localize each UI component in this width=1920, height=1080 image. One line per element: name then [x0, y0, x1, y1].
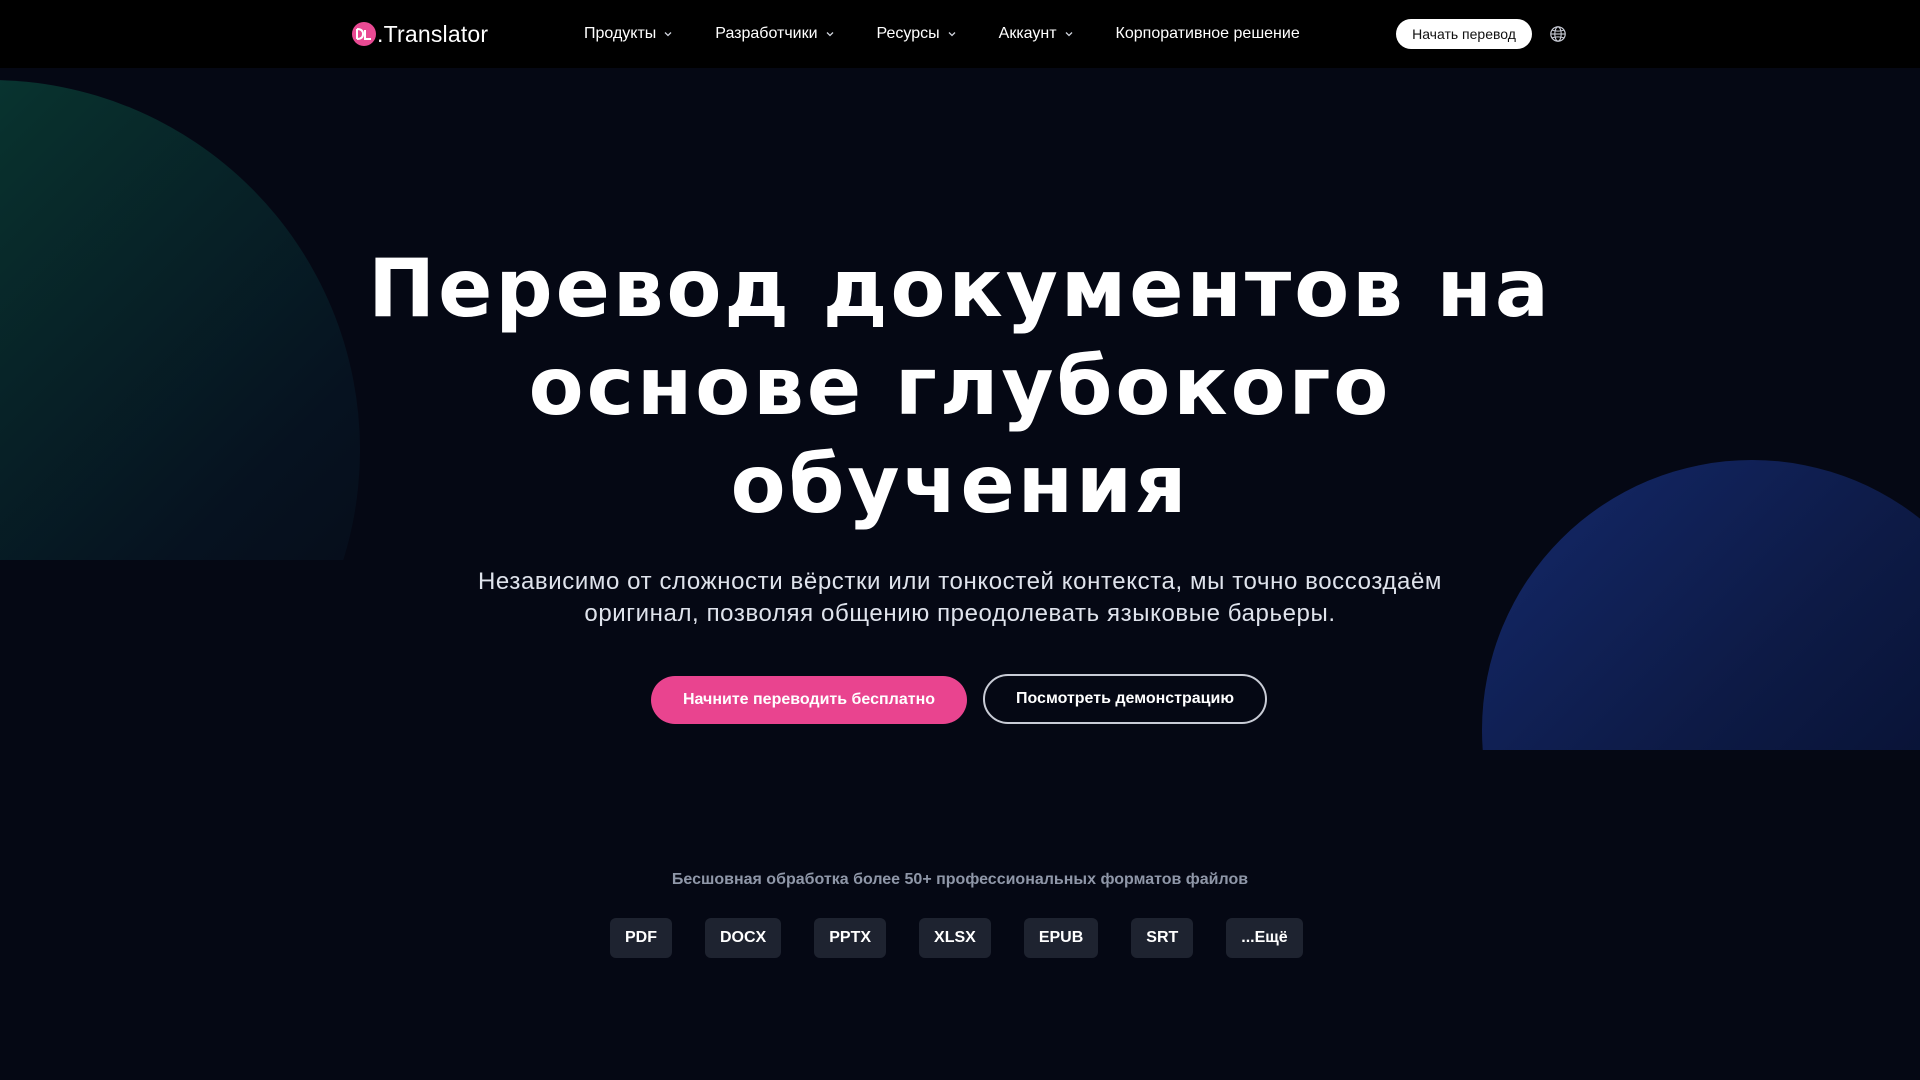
nav-menu: Продукты Разработчики Ресурсы Аккаунт Ко…	[584, 22, 1300, 46]
nav-item-label: Аккаунт	[998, 25, 1057, 42]
nav-item-products[interactable]: Продукты	[584, 25, 673, 43]
hero-title-line: обучения	[730, 438, 1190, 531]
nav-item-label: Ресурсы	[876, 25, 940, 42]
format-chip-xlsx[interactable]: XLSX	[919, 918, 991, 958]
format-chip-docx[interactable]: DOCX	[705, 918, 782, 958]
watch-demo-button[interactable]: Посмотреть демонстрацию	[983, 674, 1267, 724]
nav-item-label: Корпоративное решение	[1115, 25, 1300, 42]
page: .Translator Продукты Разработчики Ресурс…	[0, 0, 1920, 1080]
chevron-down-icon	[948, 32, 956, 37]
nav-item-developers[interactable]: Разработчики	[715, 25, 834, 43]
formats-caption: Бесшовная обработка более 50+ профессион…	[671, 871, 1249, 888]
logo-text: .Translator	[377, 20, 489, 47]
pink-circle-logo-icon	[352, 22, 376, 46]
nav-item-resources[interactable]: Ресурсы	[877, 25, 957, 43]
nav-item-enterprise[interactable]: Корпоративное решение	[1116, 25, 1300, 43]
hero-subtitle: Независимо от сложности вёрстки или тонк…	[360, 566, 1560, 630]
format-chip-pptx[interactable]: PPTX	[814, 918, 887, 958]
globe-icon[interactable]	[1549, 25, 1567, 43]
format-chip-pdf[interactable]: PDF	[610, 918, 672, 958]
start-translation-button[interactable]: Начать перевод	[1396, 19, 1532, 49]
top-navigation: .Translator Продукты Разработчики Ресурс…	[0, 0, 1920, 68]
chevron-down-icon	[664, 32, 672, 37]
start-free-button[interactable]: Начните переводить бесплатно	[651, 676, 967, 724]
format-chips: PDF DOCX PPTX XLSX EPUB SRT ...Ещё	[610, 918, 1303, 958]
chevron-down-icon	[1065, 32, 1073, 37]
hero-subtitle-line: оригинал, позволяя общению преодолевать …	[584, 600, 1336, 627]
format-chip-epub[interactable]: EPUB	[1023, 918, 1099, 958]
format-chip-more[interactable]: ...Ещё	[1226, 918, 1303, 958]
format-chip-srt[interactable]: SRT	[1131, 918, 1194, 958]
hero-subtitle-line: Независимо от сложности вёрстки или тонк…	[477, 568, 1443, 595]
decorative-blue-circle	[1482, 460, 1920, 750]
logo[interactable]: .Translator	[352, 20, 488, 48]
chevron-down-icon	[826, 32, 834, 37]
hero-title: Перевод документов на основе глубокого о…	[360, 240, 1560, 534]
nav-item-account[interactable]: Аккаунт	[999, 25, 1074, 43]
hero-title-line: Перевод документов на	[368, 242, 1552, 335]
hero-title-line: основе глубокого	[528, 340, 1392, 433]
nav-item-label: Разработчики	[715, 25, 818, 42]
decorative-green-circle	[0, 80, 360, 560]
nav-item-label: Продукты	[584, 25, 657, 42]
